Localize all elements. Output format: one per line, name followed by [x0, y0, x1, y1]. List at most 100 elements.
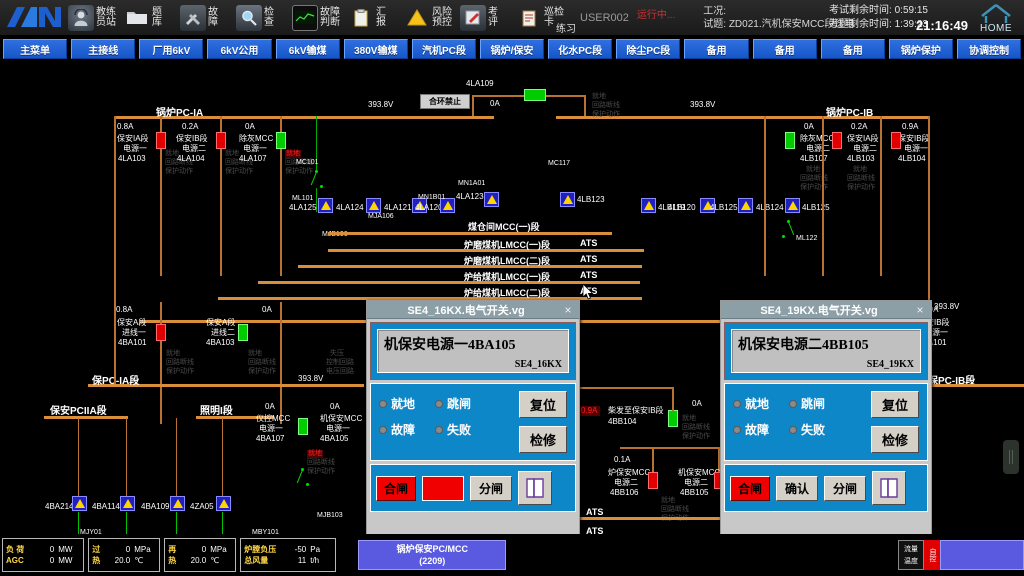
manual-button[interactable]	[872, 471, 906, 505]
voltage-word-1: 失压	[330, 350, 344, 357]
toolbar-item-coach-station[interactable]: 教练 员站	[66, 0, 122, 36]
scroll-thumb[interactable]	[1003, 440, 1019, 474]
reset-button[interactable]: 复位	[871, 391, 919, 418]
nav-button-7[interactable]: 锅炉/保安	[479, 39, 545, 59]
lr-feeder-breaker-1[interactable]	[648, 472, 658, 489]
feeder-breaker-r1[interactable]	[785, 132, 795, 149]
close-icon[interactable]: ×	[561, 303, 575, 317]
warn-icon-4ZA05[interactable]	[216, 496, 231, 511]
lr-diesel-breaker[interactable]	[668, 410, 678, 427]
feeder-breaker-r3[interactable]	[891, 132, 901, 149]
open-breaker-button[interactable]: 分闸	[470, 475, 512, 501]
dialog-se4-19kx[interactable]: SE4_19KX.电气开关.vg × 机保安电源二4BB105 SE4_19KX…	[720, 300, 932, 564]
maintenance-button[interactable]: 检修	[871, 426, 919, 453]
nav-button-12[interactable]: 备用	[820, 39, 885, 59]
toolbar-item-question-bank[interactable]: 题 库	[122, 0, 178, 36]
taskbar-empty-slot[interactable]	[940, 540, 1024, 570]
cable-tag-ml101: ML101	[292, 195, 314, 202]
nav-button-6[interactable]: 汽机PC段	[411, 39, 476, 59]
nav-button-8[interactable]: 化水PC段	[548, 39, 613, 59]
toolbar-item-inspection[interactable]: 检 查	[234, 0, 290, 36]
nav-button-11[interactable]: 备用	[752, 39, 817, 59]
taskbar-window-button[interactable]: 锅炉保安PC/MCC (2209)	[358, 540, 507, 570]
ll-feeder-breaker-1[interactable]	[298, 418, 308, 435]
tray-group-2[interactable]: 自控	[924, 540, 940, 570]
status-unit: ℃	[210, 556, 220, 565]
lr-diesel-wire-v	[672, 387, 674, 411]
warn-icon-4LA123[interactable]	[484, 192, 499, 207]
warn-icon-4BA109[interactable]	[170, 496, 185, 511]
warn-icon-4LA124[interactable]	[318, 198, 333, 213]
confirm-button[interactable]: 确认	[776, 475, 818, 501]
open-breaker-button[interactable]: 分闸	[824, 475, 866, 501]
close-icon[interactable]: ×	[913, 303, 927, 317]
led-failure	[789, 425, 797, 434]
incomer-current-2: 0A	[262, 305, 272, 314]
warn-icon-4LB119[interactable]	[641, 198, 656, 213]
reset-button[interactable]: 复位	[519, 391, 567, 418]
bus-bao-pc-ib	[926, 384, 1024, 387]
nav-button-1[interactable]: 主接线	[71, 39, 136, 59]
ll-feeder-name-2a: 机保安MCC	[320, 414, 363, 423]
feeder-current-3: 0A	[245, 122, 255, 131]
incomer-breaker-1[interactable]	[156, 324, 166, 341]
nav-button-4[interactable]: 6kV输煤	[275, 39, 340, 59]
command-panel: 合闸 分闸	[370, 464, 576, 512]
nav-button-9[interactable]: 除尘PC段	[616, 39, 681, 59]
dialog-se4-16kx[interactable]: SE4_16KX.电气开关.vg × 机保安电源一4BA105 SE4_16KX…	[366, 300, 580, 564]
close-breaker-button[interactable]: 合闸	[730, 475, 770, 501]
clock-label: 21:16:49	[915, 18, 968, 33]
warn-icon-4LB125a[interactable]	[738, 198, 753, 213]
incomer-name-2a: 保安A段	[206, 318, 236, 327]
nav-button-3[interactable]: 6kV公用	[207, 39, 272, 59]
manual-button[interactable]	[518, 471, 552, 505]
warn-icon-4BA114[interactable]	[120, 496, 135, 511]
nav-button-10[interactable]: 备用	[684, 39, 749, 59]
warn-icon-4BA214[interactable]	[72, 496, 87, 511]
breaker-label-4LA124: 4LA124	[336, 203, 364, 212]
device-name-panel: 机保安电源二4BB105 SE4_19KX	[724, 322, 928, 380]
tray-group-1[interactable]: 流量 温度	[898, 540, 924, 570]
led-grid: 就地 跳闸 故障 失败	[733, 391, 871, 453]
lr-feeder-current-1: 0.1A	[614, 455, 631, 464]
toolbar-item-fault[interactable]: 故 障	[178, 0, 234, 36]
incomer-status-2a: 就地	[248, 350, 262, 357]
incomer-status-1a: 就地	[166, 350, 180, 357]
maintenance-button[interactable]: 检修	[519, 426, 567, 453]
warn-icon-4LA121[interactable]	[366, 198, 381, 213]
feeder-breaker-3[interactable]	[276, 132, 286, 149]
nav-button-14[interactable]: 协调控制	[956, 39, 1022, 59]
status-value: 0	[49, 545, 55, 554]
led-grid: 就地 跳闸 故障 失败	[379, 391, 519, 453]
incomer-breaker-2[interactable]	[238, 324, 248, 341]
dialog-titlebar[interactable]: SE4_16KX.电气开关.vg ×	[367, 301, 579, 319]
lr-ats-1: ATS	[586, 507, 604, 517]
feeder-breaker-1[interactable]	[156, 132, 166, 149]
toolbar-item-risk-precontrol[interactable]: 风险 预控	[402, 0, 458, 36]
toolbar-item-report[interactable]: 汇 报	[346, 0, 402, 36]
nav-button-13[interactable]: 锅炉保护	[888, 39, 953, 59]
nav-button-2[interactable]: 厂用6kV	[139, 39, 204, 59]
lr-feeder-id-2: 4BB105	[680, 488, 709, 497]
feeder-breaker-r2[interactable]	[832, 132, 842, 149]
incomer-name-2b: 进线二	[211, 328, 235, 337]
close-breaker-button[interactable]: 合闸	[376, 475, 416, 501]
warn-icon-4LB124[interactable]	[785, 198, 800, 213]
dialog-titlebar[interactable]: SE4_19KX.电气开关.vg ×	[721, 301, 931, 319]
nav-button-5[interactable]: 380V输煤	[343, 39, 408, 59]
tie-breaker-indicator[interactable]	[524, 89, 546, 101]
close-loop-prohibit-button[interactable]: 合环禁止	[420, 94, 470, 109]
toolbar-item-fault-judgement[interactable]: 故障 判断	[290, 0, 346, 36]
incomer-id-1: 4BA101	[118, 338, 147, 347]
nav-button-0[interactable]: 主菜单	[3, 39, 68, 59]
warn-icon-4LB123[interactable]	[560, 192, 575, 207]
feeder-current-r1: 0A	[804, 122, 814, 131]
led-trip	[789, 399, 797, 408]
device-name: 机保安电源二4BB105	[738, 338, 869, 353]
tie-breaker-current: 0A	[490, 99, 500, 108]
leg-1	[78, 512, 79, 534]
toolbar-item-assessment[interactable]: 考 评	[458, 0, 514, 36]
feeder-breaker-2[interactable]	[216, 132, 226, 149]
status-units: MPa ℃	[134, 544, 156, 566]
home-button[interactable]: HOME	[972, 2, 1020, 34]
